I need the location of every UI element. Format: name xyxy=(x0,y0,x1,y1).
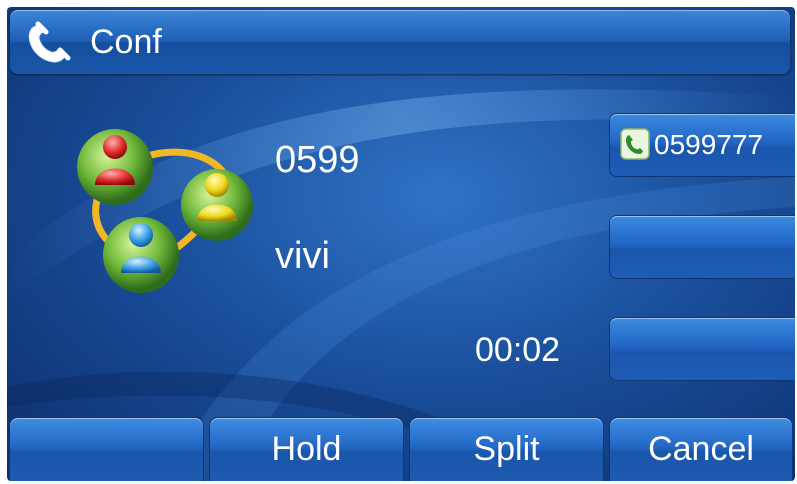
screen-title: Conf xyxy=(90,23,162,61)
cancel-button[interactable]: Cancel xyxy=(610,418,792,481)
caller-number: 0599 xyxy=(275,139,360,181)
line-key-3[interactable] xyxy=(610,318,795,380)
line-key-1[interactable]: 0599777 xyxy=(610,114,795,176)
caller-name: vivi xyxy=(275,235,330,277)
softkey-bar: Hold Split Cancel xyxy=(10,418,795,481)
phone-line-icon xyxy=(620,128,650,160)
call-duration: 00:02 xyxy=(475,331,561,369)
handset-icon xyxy=(28,21,71,63)
conference-icon xyxy=(77,129,253,293)
line-key-label: 0599777 xyxy=(654,129,764,160)
phone-screen: Conf 0599 vivi 00:02 0599777 Hold Split … xyxy=(7,7,795,481)
line-key-2[interactable] xyxy=(610,216,795,278)
hold-button[interactable]: Hold xyxy=(210,418,403,481)
softkey-1[interactable] xyxy=(10,418,203,481)
split-button[interactable]: Split xyxy=(410,418,603,481)
title-bar: Conf xyxy=(10,10,790,74)
